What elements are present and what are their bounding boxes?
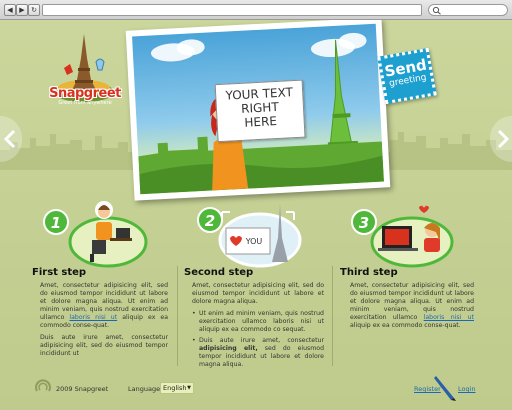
column-divider (177, 266, 178, 366)
login-link[interactable]: Login (458, 385, 476, 393)
step-2-illustration: 2 YOU (197, 204, 302, 268)
pen-icon (434, 376, 456, 401)
chevron-down-icon: ▼ (187, 385, 191, 391)
heart-icon (419, 205, 429, 213)
step-1-title: First step (32, 267, 87, 278)
search-field[interactable] (428, 4, 508, 16)
step-3-text: Amet, consectetur adipisicing elit, sed … (350, 282, 475, 329)
brand-tagline: Greet from anywhere (58, 100, 112, 106)
send-greeting-button[interactable]: Send greeting (377, 47, 437, 105)
chevron-right-icon (497, 129, 510, 149)
step-3-illustration: 3 (351, 205, 454, 268)
greeting-sign: YOUR TEXT RIGHT HERE (214, 79, 306, 143)
list-item: Ut enim ad minim veniam, quis nostrud ex… (192, 310, 324, 334)
step-3-link[interactable]: laboris nisi ut (424, 314, 474, 321)
footer-logo-icon (35, 379, 51, 392)
step-2-title: Second step (184, 267, 254, 278)
browser-toolbar: ◀ ▶ ↻ (0, 0, 512, 20)
reload-button[interactable]: ↻ (28, 4, 40, 16)
language-label: Language: (128, 385, 163, 393)
copyright: 2009 Snapgreet (56, 385, 109, 393)
language-select[interactable]: English ▼ (160, 382, 194, 394)
hero-postcard: YOUR TEXT RIGHT HERE (125, 20, 391, 201)
step-3-title: Third step (340, 267, 398, 278)
step-1-illustration: 1 (43, 201, 148, 268)
step-3-number: 3 (359, 214, 369, 232)
step-1-link[interactable]: laboris nisi ut (69, 314, 117, 321)
page: Snapgreet Greet from anywhere YOUR TEXT (0, 20, 512, 410)
forward-button[interactable]: ▶ (16, 4, 28, 16)
back-button[interactable]: ◀ (4, 4, 16, 16)
footer: 2009 Snapgreet Language: English ▼ Regis… (0, 374, 512, 410)
step-1-text: Amet, consectetur adipisicing elit, sed … (40, 282, 168, 357)
step-2-number: 2 (205, 212, 215, 230)
chevron-left-icon (3, 129, 16, 149)
step-1-number: 1 (51, 214, 61, 232)
column-divider (332, 266, 333, 366)
list-item: Duis aute irure amet, consectetur adipis… (192, 337, 324, 369)
card-text: YOU (245, 237, 263, 246)
brand-name: Snapgreet (49, 86, 121, 101)
hero-scene: YOUR TEXT RIGHT HERE (132, 23, 384, 195)
address-bar[interactable] (42, 4, 422, 16)
step-2-text: Amet, consectetur adipisicing elit, sed … (192, 282, 324, 372)
search-icon (432, 6, 441, 15)
